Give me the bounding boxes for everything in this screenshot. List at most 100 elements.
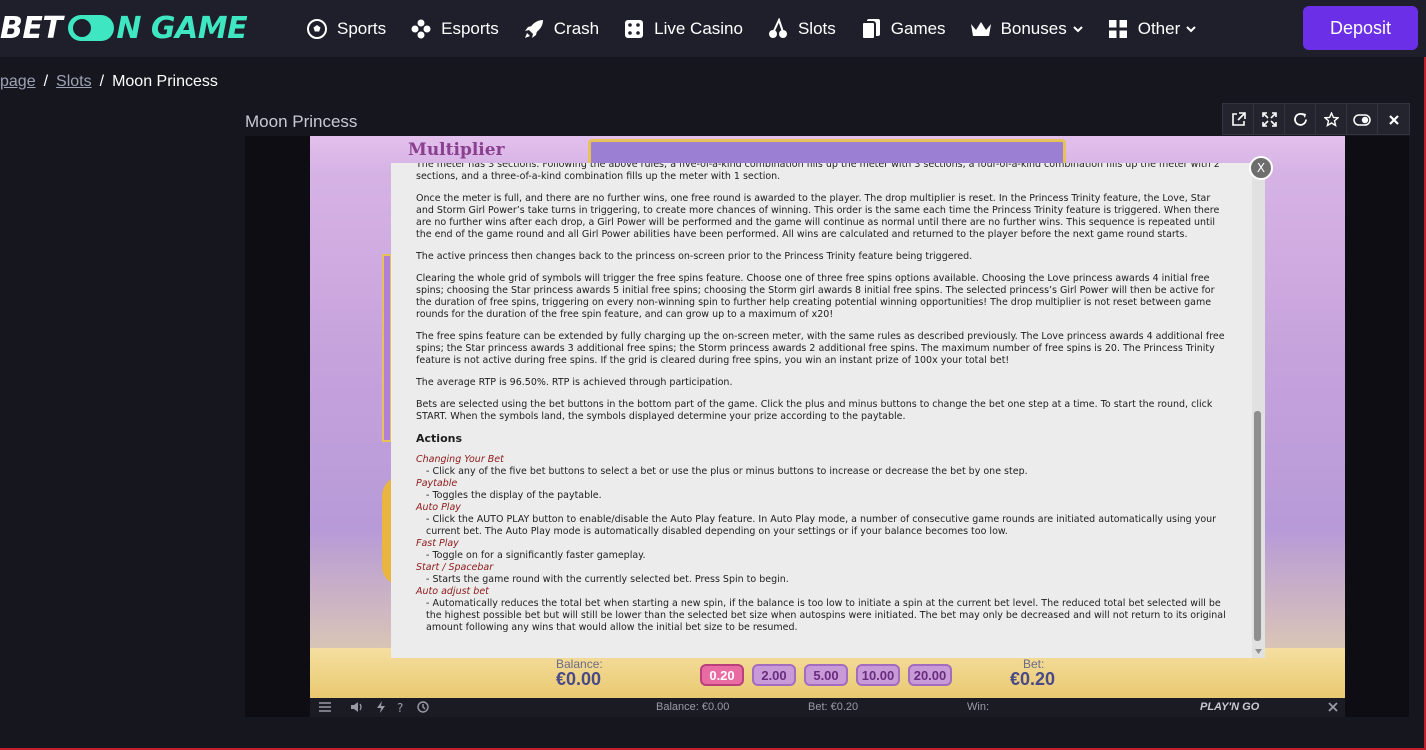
breadcrumb: page / Slots / Moon Princess: [0, 73, 218, 91]
theme-toggle-button[interactable]: [1347, 104, 1378, 135]
nav-slots[interactable]: Slots: [767, 0, 836, 57]
game-toolbar: [1222, 103, 1410, 135]
nav-bonuses[interactable]: Bonuses: [970, 0, 1083, 57]
breadcrumb-current: Moon Princess: [112, 73, 218, 90]
nav-label: Live Casino: [654, 18, 743, 38]
fullscreen-icon: [1261, 112, 1277, 127]
logo-text-game: N GAME: [116, 10, 248, 46]
nav-label: Crash: [553, 18, 600, 38]
rules-paragraph: The meter has 3 sections. Following the …: [416, 163, 1220, 182]
action-title: Auto adjust bet: [416, 586, 489, 597]
lightning-icon[interactable]: [374, 700, 388, 714]
nav-live-casino[interactable]: Live Casino: [623, 0, 743, 57]
rules-paragraph: Bets are selected using the bet buttons …: [416, 399, 1213, 422]
action-desc: - Click the AUTO PLAY button to enable/d…: [426, 514, 1217, 537]
breadcrumb-home-link[interactable]: page: [0, 73, 36, 91]
close-icon[interactable]: [1326, 700, 1340, 714]
action-item: Changing Your Bet - Click any of the fiv…: [416, 454, 1228, 478]
rules-paragraph: The free spins feature can be extended b…: [416, 331, 1225, 366]
star-icon: [1323, 112, 1339, 127]
nav-label: Games: [890, 18, 946, 38]
deposit-button[interactable]: Deposit: [1303, 6, 1418, 50]
action-desc: - Starts the game round with the current…: [426, 574, 789, 585]
action-title: Auto Play: [416, 502, 461, 513]
action-desc: - Toggles the display of the paytable.: [426, 490, 602, 501]
fullscreen-button[interactable]: [1254, 104, 1285, 135]
nav-label: Other: [1137, 18, 1181, 38]
bet-chip[interactable]: 20.00: [908, 664, 952, 686]
grid-icon: [1107, 18, 1129, 40]
nav-other[interactable]: Other: [1107, 0, 1197, 57]
nav-label: Sports: [337, 18, 387, 38]
sound-icon[interactable]: [350, 700, 364, 714]
logo[interactable]: BET N GAME: [0, 10, 248, 46]
nav-crash[interactable]: Crash: [523, 0, 599, 57]
rules-content: The meter has 3 sections. Following the …: [416, 163, 1228, 634]
game-title: Moon Princess: [245, 112, 358, 131]
status-win: Win:: [967, 701, 989, 713]
action-title: Changing Your Bet: [416, 454, 504, 465]
chevron-down-icon: [1073, 25, 1083, 32]
nav-label: Slots: [797, 18, 836, 38]
dice-icon: [623, 18, 645, 40]
status-balance: Balance: €0.00: [656, 701, 730, 713]
status-bet: Bet: €0.20: [808, 701, 859, 713]
action-title: Start / Spacebar: [416, 562, 494, 573]
action-desc: - Click any of the five bet buttons to s…: [426, 466, 1028, 477]
breadcrumb-separator: /: [43, 73, 49, 90]
rules-paragraph: Clearing the whole grid of symbols will …: [416, 273, 1215, 320]
scroll-down-icon[interactable]: [1254, 647, 1263, 656]
history-icon[interactable]: [416, 700, 430, 714]
reload-icon: [1293, 113, 1307, 126]
nav-games[interactable]: Games: [860, 0, 946, 57]
nav-esports[interactable]: Esports: [410, 0, 499, 57]
close-game-button[interactable]: [1378, 104, 1409, 135]
action-title: Fast Play: [416, 538, 459, 549]
nav-sports[interactable]: Sports: [306, 0, 386, 57]
close-icon: [1388, 114, 1399, 125]
action-title: Paytable: [416, 478, 458, 489]
breadcrumb-separator: /: [99, 73, 105, 90]
bet-chip[interactable]: 2.00: [752, 664, 796, 686]
reload-button[interactable]: [1285, 104, 1316, 135]
playngo-logo: PLAY'N GO: [1200, 701, 1260, 713]
action-item: Paytable - Toggles the display of the pa…: [416, 478, 1228, 502]
menu-icon[interactable]: [318, 700, 332, 714]
soccer-ball-icon: [306, 18, 328, 40]
rules-paragraph: Once the meter is full, and there are no…: [416, 193, 1220, 240]
action-item: Auto adjust bet - Automatically reduces …: [416, 586, 1228, 634]
game-rules-modal: The meter has 3 sections. Following the …: [391, 163, 1265, 658]
nav-label: Esports: [441, 18, 499, 38]
multiplier-label: Multiplier: [408, 140, 505, 160]
action-desc: - Toggle on for a significantly faster g…: [426, 550, 646, 561]
balance-value: €0.00: [556, 669, 602, 689]
main-nav: Sports Esports Crash Live Casino Slots G…: [306, 0, 1220, 57]
crown-icon: [970, 18, 992, 40]
logo-toggle-icon: [68, 15, 115, 41]
rocket-icon: [523, 18, 545, 40]
bet-chip[interactable]: 0.20: [700, 664, 744, 686]
breadcrumb-slots-link[interactable]: Slots: [56, 73, 92, 91]
help-icon[interactable]: ?: [394, 700, 408, 714]
action-item: Fast Play - Toggle on for a significantl…: [416, 538, 1228, 562]
scroll-thumb[interactable]: [1254, 411, 1261, 641]
favorite-button[interactable]: [1316, 104, 1347, 135]
svg-text:?: ?: [397, 701, 403, 714]
action-item: Auto Play - Click the AUTO PLAY button t…: [416, 502, 1228, 538]
bet-chip[interactable]: 5.00: [804, 664, 848, 686]
logo-text-bet: BET: [0, 10, 63, 46]
toggle-icon: [1353, 113, 1371, 126]
gamepad-icon: [410, 18, 432, 40]
nav-label: Bonuses: [1000, 18, 1067, 38]
modal-close-button[interactable]: X: [1249, 156, 1273, 180]
cards-icon: [860, 18, 882, 40]
action-desc: - Automatically reduces the total bet wh…: [426, 598, 1226, 633]
open-new-window-button[interactable]: [1223, 104, 1254, 135]
external-link-icon: [1231, 112, 1246, 126]
bet-value: €0.20: [1010, 669, 1056, 689]
modal-scrollbar[interactable]: [1252, 163, 1265, 658]
bet-chips: 0.20 2.00 5.00 10.00 20.00: [700, 664, 960, 686]
game-status-bar: ? Balance: €0.00 Bet: €0.20 Win: PLAY'N …: [310, 698, 1345, 717]
bet-chip[interactable]: 10.00: [856, 664, 900, 686]
action-item: Start / Spacebar - Starts the game round…: [416, 562, 1228, 586]
